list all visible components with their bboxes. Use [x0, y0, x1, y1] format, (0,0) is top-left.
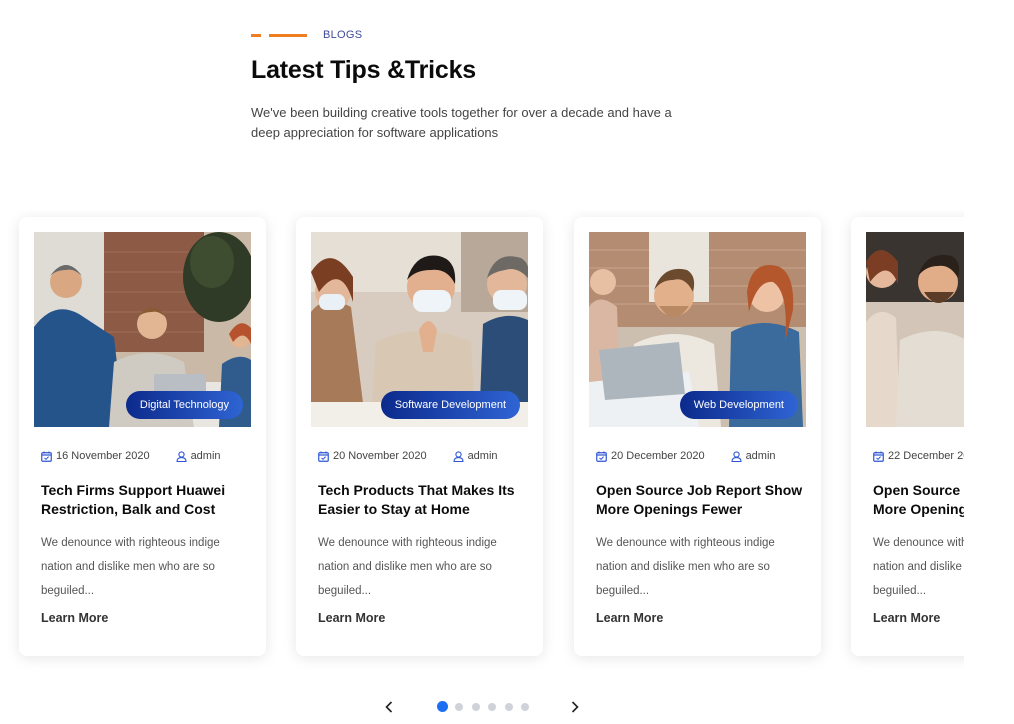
post-title[interactable]: Tech Firms Support Huawei Restriction, B…	[41, 481, 251, 519]
pagination-dot[interactable]	[471, 702, 480, 711]
blog-card[interactable]: Software Development 20 November 2020 ad	[296, 217, 543, 656]
learn-more-link[interactable]: Learn More	[318, 611, 385, 625]
category-tag[interactable]: Digital Technology	[125, 391, 243, 419]
blog-card[interactable]: 22 December 2020 admin Open Source Job R…	[851, 217, 964, 656]
post-author-text: admin	[467, 450, 498, 462]
section-title: Latest Tips &Tricks	[251, 56, 476, 84]
post-date: 22 December 2020	[873, 450, 964, 462]
learn-more-link[interactable]: Learn More	[596, 611, 663, 625]
calendar-icon	[873, 451, 884, 462]
user-icon	[731, 450, 742, 462]
post-date-text: 20 December 2020	[611, 450, 705, 462]
pagination-dot[interactable]	[455, 702, 463, 711]
calendar-icon	[596, 451, 607, 462]
pagination-dot[interactable]	[488, 702, 496, 711]
eyebrow-label: BLOGS	[323, 29, 363, 41]
card-image[interactable]: Software Development	[311, 232, 528, 427]
accent-dash-long	[269, 33, 307, 37]
card-image[interactable]: Web Development	[589, 232, 806, 427]
post-excerpt: We denounce with righteous indige nation…	[41, 537, 220, 597]
post-meta: 16 November 2020 admin	[41, 450, 221, 462]
blog-card[interactable]: Digital Technology 16 November 2020 admi	[19, 217, 266, 656]
category-tag[interactable]: Web Development	[679, 391, 798, 419]
chevron-right-icon	[571, 701, 579, 713]
accent-dash-short	[251, 33, 261, 37]
post-excerpt: We denounce with righteous indige nation…	[596, 537, 775, 597]
post-date-text: 16 November 2020	[56, 450, 150, 462]
category-tag[interactable]: Software Development	[380, 391, 520, 419]
card-image[interactable]	[866, 232, 964, 427]
post-meta: 20 November 2020 admin	[318, 450, 498, 462]
learn-more-link[interactable]: Learn More	[41, 611, 108, 625]
calendar-icon	[318, 451, 329, 462]
post-title[interactable]: Tech Products That Makes Its Easier to S…	[318, 481, 528, 519]
post-date: 20 December 2020	[596, 450, 705, 462]
post-author-text: admin	[190, 450, 221, 462]
post-excerpt: We denounce with righteous indige nation…	[873, 537, 964, 597]
pagination-dots	[437, 701, 538, 712]
post-meta: 20 December 2020 admin	[596, 450, 776, 462]
eyebrow: BLOGS	[251, 26, 731, 44]
user-icon	[176, 450, 187, 462]
post-title[interactable]: Open Source Job Report Show More Opening…	[596, 481, 806, 519]
pagination-dot[interactable]	[521, 702, 529, 711]
post-author-text: admin	[745, 450, 776, 462]
next-button[interactable]	[566, 698, 584, 716]
learn-more-link[interactable]: Learn More	[873, 611, 940, 625]
post-author[interactable]: admin	[453, 450, 498, 462]
team-discussion-photo	[866, 232, 964, 427]
blog-carousel: Digital Technology 16 November 2020 admi	[0, 210, 964, 670]
blog-section-header: BLOGS Latest Tips &Tricks We've been bui…	[251, 26, 731, 143]
section-subtitle: We've been building creative tools toget…	[251, 105, 672, 140]
post-date-text: 20 November 2020	[333, 450, 427, 462]
previous-button[interactable]	[380, 698, 398, 716]
calendar-icon	[41, 451, 52, 462]
user-icon	[453, 450, 464, 462]
pagination-dot[interactable]	[437, 701, 448, 712]
post-date-text: 22 December 2020	[888, 450, 964, 462]
post-meta: 22 December 2020 admin	[873, 450, 964, 462]
chevron-left-icon	[385, 701, 393, 713]
post-title[interactable]: Open Source Job Report Show More Opening…	[873, 481, 964, 519]
post-date: 20 November 2020	[318, 450, 427, 462]
post-author[interactable]: admin	[176, 450, 221, 462]
pagination-dot[interactable]	[504, 702, 513, 711]
carousel-pagination	[380, 698, 590, 716]
card-image[interactable]: Digital Technology	[34, 232, 251, 427]
post-date: 16 November 2020	[41, 450, 150, 462]
post-excerpt: We denounce with righteous indige nation…	[318, 537, 497, 597]
post-author[interactable]: admin	[731, 450, 776, 462]
blog-card[interactable]: Web Development 20 December 2020 admin O…	[574, 217, 821, 656]
